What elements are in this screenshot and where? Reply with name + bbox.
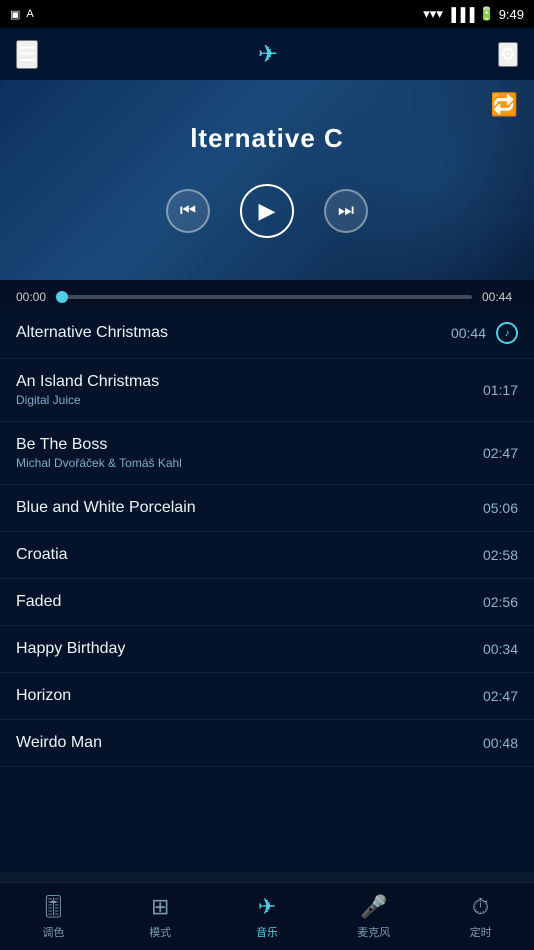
song-right: 05:06 [480,500,518,516]
song-duration: 02:56 [480,594,518,610]
nav-label-麦克风: 麦克风 [357,924,390,940]
song-item[interactable]: Be The Boss Michal Dvořáček & Tomáš Kahl 0… [0,422,534,485]
progress-track[interactable] [62,295,472,299]
song-item[interactable]: An Island Christmas Digital Juice 01:17 [0,359,534,422]
nav-icon-调色: 🎚 [39,894,67,920]
song-duration: 01:17 [480,382,518,398]
next-button[interactable]: ⏭ [324,189,368,233]
song-title: An Island Christmas [16,373,159,391]
song-duration: 02:47 [480,445,518,461]
menu-button[interactable]: ☰ [16,40,38,69]
nav-label-音乐: 音乐 [256,924,278,940]
song-title: Croatia [16,546,68,564]
song-right: 02:56 [480,594,518,610]
song-title: Be The Boss [16,436,182,454]
top-bar: ☰ ✈ ⚙ [0,28,534,80]
nav-icon-定时: ⏱ [472,894,489,920]
song-title: Blue and White Porcelain [16,499,196,517]
song-item[interactable]: Horizon 02:47 [0,673,534,720]
song-info: Alternative Christmas [16,324,168,342]
song-duration: 00:48 [480,735,518,751]
song-info: Croatia [16,546,68,564]
wifi-icon: ▾▾▾ [423,6,443,22]
song-item[interactable]: Happy Birthday 00:34 [0,626,534,673]
progress-dot [56,291,68,303]
time-display: 9:49 [499,7,524,22]
status-left: ▣ A [10,8,34,21]
nav-label-模式: 模式 [149,924,171,940]
song-info: Be The Boss Michal Dvořáček & Tomáš Kahl [16,436,182,470]
hero-section: 🔁 lternative C ⏮ ▶ ⏭ [0,80,534,280]
song-right: 00:34 [480,641,518,657]
status-bar: ▣ A ▾▾▾ ▐▐▐ 🔋 9:49 [0,0,534,28]
song-title: Happy Birthday [16,640,125,658]
song-duration: 05:06 [480,500,518,516]
settings-button[interactable]: ⚙ [498,42,518,67]
battery-icon: 🔋 [479,6,495,22]
nav-label-调色: 调色 [42,924,64,940]
song-duration: 02:47 [480,688,518,704]
nav-label-定时: 定时 [470,924,492,940]
total-time: 00:44 [482,290,518,304]
repeat-button[interactable]: 🔁 [491,92,518,118]
song-artist: Michal Dvořáček & Tomáš Kahl [16,456,182,470]
nav-icon-麦克风: 🎤 [360,894,387,920]
nav-icon-音乐: ✈ [258,894,276,920]
song-duration: 00:44 [448,325,486,341]
song-item[interactable]: Alternative Christmas 00:44 ♪ [0,308,534,359]
song-info: An Island Christmas Digital Juice [16,373,159,407]
bottom-nav: 🎚 调色 ⊞ 模式 ✈ 音乐 🎤 麦克风 ⏱ 定时 [0,882,534,950]
song-info: Weirdo Man [16,734,102,752]
nav-item-定时[interactable]: ⏱ 定时 [427,894,534,940]
now-playing-title: lternative C [190,123,344,154]
song-duration: 00:34 [480,641,518,657]
signal-icon: ▐▐▐ [447,7,475,22]
song-item[interactable]: Weirdo Man 00:48 [0,720,534,767]
notification-icon: ▣ [10,8,20,21]
play-button[interactable]: ▶ [240,184,294,238]
song-info: Happy Birthday [16,640,125,658]
song-list: Alternative Christmas 00:44 ♪ An Island Chr… [0,308,534,872]
current-time: 00:00 [16,290,52,304]
song-right: 00:48 [480,735,518,751]
song-title: Horizon [16,687,71,705]
nav-item-模式[interactable]: ⊞ 模式 [107,894,214,940]
nav-icon-模式: ⊞ [151,894,169,920]
app-logo-icon: ✈ [258,40,278,69]
song-item[interactable]: Blue and White Porcelain 05:06 [0,485,534,532]
now-playing-icon: ♪ [496,322,518,344]
song-info: Faded [16,593,61,611]
song-right: 01:17 [480,382,518,398]
song-artist: Digital Juice [16,393,159,407]
song-right: 02:58 [480,547,518,563]
nav-item-音乐[interactable]: ✈ 音乐 [214,894,321,940]
sim-icon: A [26,8,33,20]
song-title: Alternative Christmas [16,324,168,342]
nav-item-麦克风[interactable]: 🎤 麦克风 [320,894,427,940]
song-duration: 02:58 [480,547,518,563]
song-right: 00:44 ♪ [448,322,518,344]
progress-bar-area[interactable]: 00:00 00:44 [0,280,534,308]
song-title: Faded [16,593,61,611]
status-right: ▾▾▾ ▐▐▐ 🔋 9:49 [423,6,524,22]
playback-controls: ⏮ ▶ ⏭ [166,184,368,238]
song-info: Horizon [16,687,71,705]
song-right: 02:47 [480,688,518,704]
nav-item-调色[interactable]: 🎚 调色 [0,894,107,940]
song-item[interactable]: Faded 02:56 [0,579,534,626]
song-title: Weirdo Man [16,734,102,752]
song-item[interactable]: Croatia 02:58 [0,532,534,579]
prev-button[interactable]: ⏮ [166,189,210,233]
song-right: 02:47 [480,445,518,461]
song-info: Blue and White Porcelain [16,499,196,517]
